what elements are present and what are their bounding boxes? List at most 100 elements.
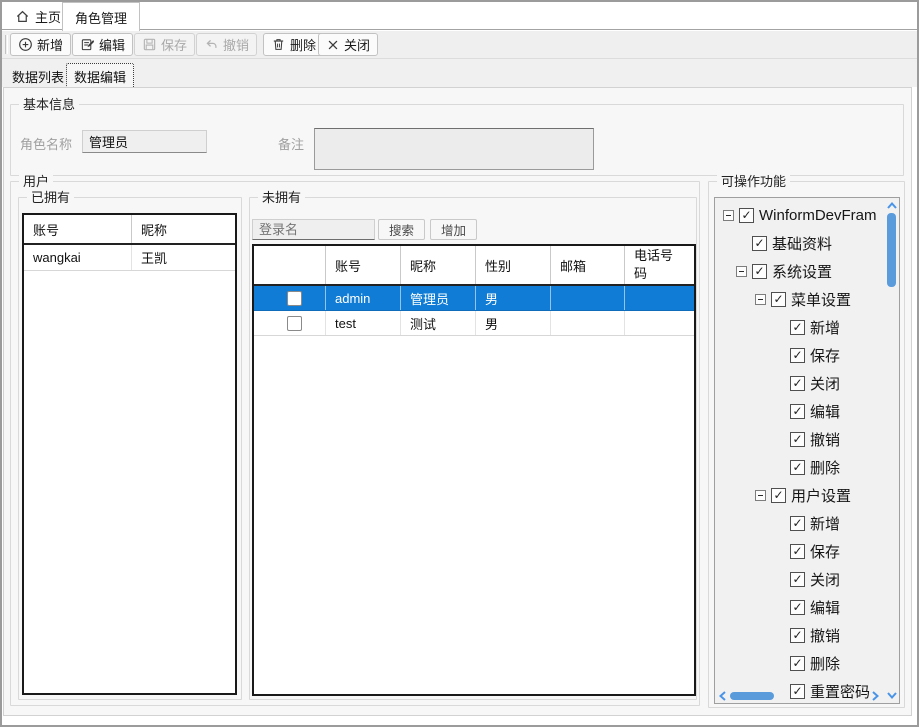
checkbox-checked-icon[interactable]: [790, 656, 805, 671]
checkbox-checked-icon[interactable]: [790, 544, 805, 559]
home-icon: [15, 9, 30, 24]
checkbox-checked-icon[interactable]: [790, 572, 805, 587]
view-tabstrip: 数据列表 数据编辑: [2, 59, 917, 87]
owned-col-account: 账号: [24, 215, 132, 243]
search-button[interactable]: 搜索: [378, 219, 425, 240]
cell-phone: [625, 311, 694, 335]
checkbox-checked-icon[interactable]: [790, 516, 805, 531]
add-user-button-label: 增加: [441, 220, 466, 239]
tree-item[interactable]: 用户设置: [715, 481, 885, 509]
row-checkbox[interactable]: [287, 291, 302, 306]
undo-button[interactable]: 撤销: [196, 33, 257, 56]
app-window: 主页 角色管理 新增 编辑 保存 撤销: [0, 0, 919, 727]
tab-home-label: 主页: [35, 7, 61, 26]
tree-item[interactable]: 编辑: [715, 397, 885, 425]
delete-button-label: 删除: [290, 35, 316, 54]
tree-item-label: 新增: [810, 513, 840, 534]
edit-button[interactable]: 编辑: [72, 33, 133, 56]
row-checkbox-cell: [254, 286, 326, 310]
owned-users-title: 已拥有: [27, 190, 74, 205]
delete-button[interactable]: 删除: [263, 33, 324, 56]
add-user-button[interactable]: 增加: [430, 219, 477, 240]
save-icon: [142, 37, 157, 52]
tab-role-management[interactable]: 角色管理: [62, 2, 140, 31]
collapse-icon[interactable]: [755, 490, 766, 501]
collapse-icon[interactable]: [755, 294, 766, 305]
tree-item[interactable]: 菜单设置: [715, 285, 885, 313]
cell-email: [551, 311, 625, 335]
unowned-table-header: 账号 昵称 性别 邮箱 电话号码: [254, 246, 694, 286]
close-button[interactable]: 关闭: [318, 33, 378, 56]
tree-item[interactable]: 保存: [715, 341, 885, 369]
collapse-icon[interactable]: [736, 266, 747, 277]
checkbox-checked-icon[interactable]: [752, 236, 767, 251]
checkbox-checked-icon[interactable]: [790, 348, 805, 363]
cell-account: admin: [326, 286, 401, 310]
scroll-up-icon[interactable]: [886, 200, 897, 211]
tree-item-label: 关闭: [810, 569, 840, 590]
tree-item-label: 关闭: [810, 373, 840, 394]
tree-item-label: 用户设置: [791, 485, 851, 506]
scroll-down-icon[interactable]: [886, 690, 897, 701]
tree-item[interactable]: 编辑: [715, 593, 885, 621]
tab-data-list[interactable]: 数据列表: [8, 65, 68, 88]
tree-item-label: 撤销: [810, 429, 840, 450]
cell-email: [551, 286, 625, 310]
owned-user-row[interactable]: wangkai 王凯: [24, 245, 235, 271]
tree-item[interactable]: 系统设置: [715, 257, 885, 285]
tree-item[interactable]: 保存: [715, 537, 885, 565]
checkbox-checked-icon[interactable]: [771, 292, 786, 307]
tree-item-label: 删除: [810, 653, 840, 674]
remark-textarea[interactable]: [314, 128, 594, 170]
checkbox-checked-icon[interactable]: [790, 684, 805, 699]
users-group-title: 用户: [19, 174, 53, 189]
checkbox-checked-icon[interactable]: [790, 404, 805, 419]
scroll-left-icon[interactable]: [717, 690, 728, 701]
tree-item[interactable]: 撤销: [715, 621, 885, 649]
unowned-user-row-selected[interactable]: admin 管理员 男: [254, 286, 694, 311]
tab-home[interactable]: 主页: [6, 4, 70, 29]
tree-item-label: 重置密码: [810, 681, 870, 702]
tree-item[interactable]: 新增: [715, 509, 885, 537]
scroll-right-icon[interactable]: [870, 690, 881, 701]
save-button-label: 保存: [161, 35, 187, 54]
checkbox-checked-icon[interactable]: [790, 628, 805, 643]
tree-item[interactable]: 关闭: [715, 369, 885, 397]
unowned-col-gender: 性别: [476, 246, 551, 284]
checkbox-checked-icon[interactable]: [752, 264, 767, 279]
cell-nickname: 测试: [401, 311, 476, 335]
tree-item[interactable]: 删除: [715, 453, 885, 481]
tree-item[interactable]: 基础资料: [715, 229, 885, 257]
tree-item-label: 基础资料: [772, 233, 832, 254]
collapse-icon[interactable]: [723, 210, 734, 221]
owned-cell-account: wangkai: [24, 245, 132, 270]
tree-item-label: 删除: [810, 457, 840, 478]
role-name-input[interactable]: [82, 130, 207, 153]
cell-phone: [625, 286, 694, 310]
remark-label: 备注: [278, 134, 304, 153]
tree-item[interactable]: 新增: [715, 313, 885, 341]
row-checkbox[interactable]: [287, 316, 302, 331]
vertical-scrollbar-thumb[interactable]: [887, 213, 896, 287]
login-name-input[interactable]: [252, 219, 375, 240]
checkbox-checked-icon[interactable]: [739, 208, 754, 223]
tab-data-edit[interactable]: 数据编辑: [66, 63, 134, 90]
checkbox-checked-icon[interactable]: [790, 320, 805, 335]
tree-item[interactable]: WinformDevFram: [715, 201, 885, 229]
checkbox-checked-icon[interactable]: [790, 460, 805, 475]
tree-item-label: WinformDevFram: [759, 207, 877, 224]
owned-col-nickname: 昵称: [132, 215, 235, 243]
unowned-user-row[interactable]: test 测试 男: [254, 311, 694, 336]
tree-item[interactable]: 关闭: [715, 565, 885, 593]
tree-item[interactable]: 撤销: [715, 425, 885, 453]
checkbox-checked-icon[interactable]: [790, 376, 805, 391]
horizontal-scrollbar-thumb[interactable]: [730, 692, 774, 700]
checkbox-checked-icon[interactable]: [790, 432, 805, 447]
new-button[interactable]: 新增: [10, 33, 71, 56]
save-button[interactable]: 保存: [134, 33, 195, 56]
checkbox-checked-icon[interactable]: [790, 600, 805, 615]
toolbar-grip[interactable]: [5, 35, 8, 54]
tree-item[interactable]: 删除: [715, 649, 885, 677]
cell-account: test: [326, 311, 401, 335]
checkbox-checked-icon[interactable]: [771, 488, 786, 503]
